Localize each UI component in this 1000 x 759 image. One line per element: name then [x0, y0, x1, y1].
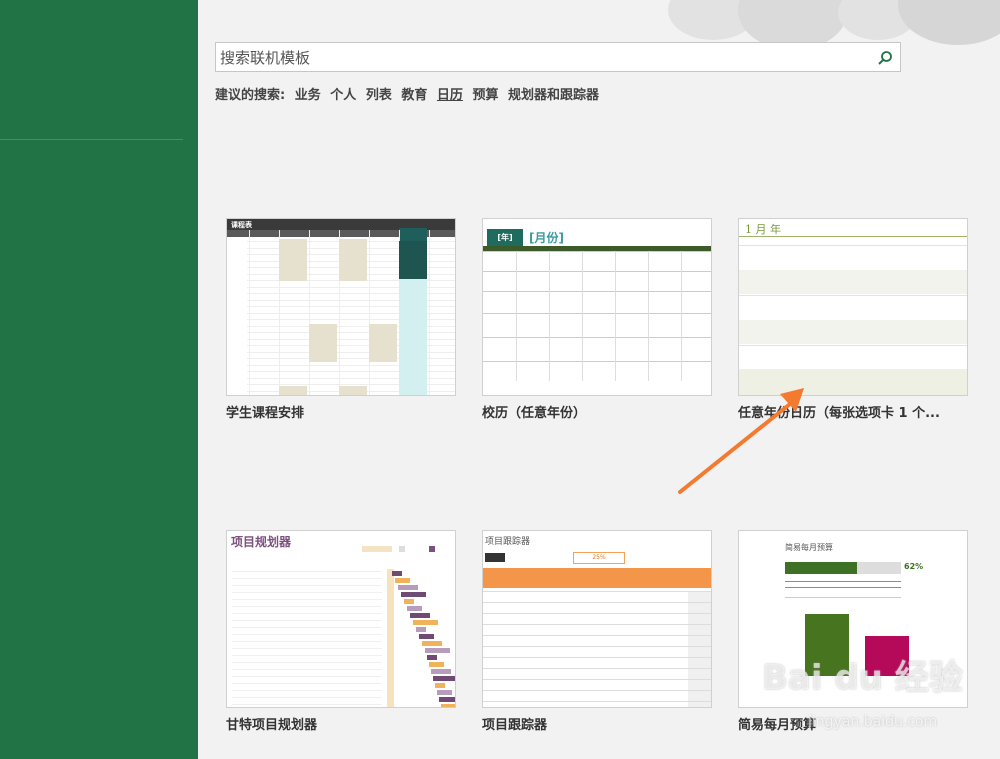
suggested-education[interactable]: 教育	[401, 88, 427, 103]
preview-month: [月份]	[529, 231, 564, 245]
template-gantt-planner[interactable]: 项目规划器	[226, 530, 456, 708]
template-title[interactable]: 项目跟踪器	[482, 714, 714, 733]
suggested-budget[interactable]: 预算	[472, 88, 498, 103]
preview-heading: 简易每月预算	[785, 543, 833, 552]
sidebar	[0, 0, 198, 759]
template-school-calendar[interactable]: [年] [月份]	[482, 218, 712, 396]
suggested-business[interactable]: 业务	[295, 88, 321, 103]
preview-percent: 62%	[904, 562, 924, 571]
suggested-calendar[interactable]: 日历	[437, 88, 463, 103]
preview-heading: 1 月 年	[745, 223, 781, 236]
preview-year: [年]	[487, 229, 523, 247]
template-student-schedule[interactable]: 课程表	[226, 218, 456, 396]
suggested-planners[interactable]: 规划器和跟踪器	[508, 88, 599, 103]
search-box[interactable]	[215, 42, 901, 72]
suggested-personal[interactable]: 个人	[330, 88, 356, 103]
preview-heading: 项目跟踪器	[485, 537, 531, 547]
watermark-url: jingyan.baidu.com	[808, 714, 938, 730]
suggested-label: 建议的搜索:	[215, 88, 286, 103]
preview-heading: 项目规划器	[231, 535, 292, 549]
template-title[interactable]: 甘特项目规划器	[226, 714, 458, 733]
preview-percent: 25%	[573, 552, 625, 564]
suggested-lists[interactable]: 列表	[366, 88, 392, 103]
template-title[interactable]: 校历（任意年份）	[482, 402, 714, 421]
template-any-year-calendar[interactable]: 1 月 年	[738, 218, 968, 396]
template-title[interactable]: 任意年份日历（每张选项卡 1 个...	[738, 402, 970, 421]
watermark-logo: Bai du 经验	[762, 658, 963, 698]
preview-heading: 课程表	[231, 221, 252, 229]
suggested-searches: 建议的搜索: 业务 个人 列表 教育 日历 预算 规划器和跟踪器	[215, 84, 604, 104]
template-project-tracker[interactable]: 项目跟踪器 25%	[482, 530, 712, 708]
search-icon[interactable]	[876, 49, 894, 67]
search-input[interactable]	[220, 47, 860, 69]
template-title[interactable]: 学生课程安排	[226, 402, 458, 421]
sidebar-divider	[0, 139, 183, 140]
